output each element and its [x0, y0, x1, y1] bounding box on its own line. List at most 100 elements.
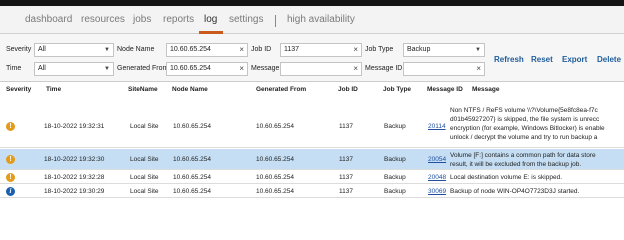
warning-icon: ! — [6, 173, 15, 182]
cell-site: Local Site — [130, 174, 159, 181]
message-line: result, it will be excluded from the bac… — [450, 161, 582, 168]
message-line: Volume [F:] contains a common path for d… — [450, 152, 596, 159]
main-nav: dashboard resources jobs reports log set… — [0, 6, 624, 34]
message-line: unlock / decrypt the volume and try to r… — [450, 134, 598, 141]
table-row[interactable]: ! 18-10-2022 19:32:28 Local Site 10.60.65.2… — [0, 171, 624, 184]
cell-site: Local Site — [130, 156, 159, 163]
col-severity[interactable]: Severity — [6, 84, 31, 96]
warning-icon: ! — [6, 155, 15, 164]
nav-separator — [275, 15, 276, 27]
node-name-label: Node Name — [117, 46, 155, 53]
message-line: Local destination volume E: is skipped. — [450, 174, 563, 181]
table-header: Severity Time SiteName Node Name Generat… — [0, 84, 624, 96]
job-id-label: Job ID — [251, 46, 272, 53]
severity-label: Severity — [6, 46, 32, 53]
col-message[interactable]: Message — [472, 84, 499, 96]
message-id-link[interactable]: 20114 — [428, 122, 446, 131]
cell-message: Volume [F:] contains a common path for d… — [450, 151, 624, 169]
cell-generated-from: 10.60.65.254 — [256, 174, 294, 181]
cell-job-id: 1137 — [339, 123, 353, 130]
message-line: d01b45927207} is skipped, the file syste… — [450, 116, 600, 123]
cell-job-type: Backup — [384, 174, 406, 181]
job-type-select[interactable]: Backup ▼ — [403, 43, 485, 57]
message-line: encryption (for example, Windows Bitlock… — [450, 125, 605, 132]
cell-job-type: Backup — [384, 188, 406, 195]
cell-job-id: 1137 — [339, 174, 353, 181]
severity-value: All — [38, 46, 46, 53]
table-row[interactable]: i 18-10-2022 19:30:29 Local Site 10.60.65.2… — [0, 185, 624, 198]
cell-node: 10.60.65.254 — [173, 174, 211, 181]
nav-reports[interactable]: reports — [163, 14, 194, 25]
message-line: Backup of node WIN-OP4O7723D3J started. — [450, 188, 580, 195]
cell-job-id: 1137 — [339, 188, 353, 195]
cell-time: 18-10-2022 19:30:29 — [44, 188, 105, 195]
delete-button[interactable]: Delete — [597, 55, 621, 64]
message-id-link[interactable]: 20048 — [428, 173, 446, 182]
message-line: Non NTFS / ReFS volume \\?\Volume{5e8fc8… — [450, 107, 598, 114]
clear-icon[interactable]: × — [353, 44, 358, 56]
cell-node: 10.60.65.254 — [173, 123, 211, 130]
col-node-name[interactable]: Node Name — [172, 84, 208, 96]
nav-settings[interactable]: settings — [229, 14, 263, 25]
clear-icon[interactable]: × — [353, 63, 358, 75]
cell-message: Non NTFS / ReFS volume \\?\Volume{5e8fc8… — [450, 106, 624, 142]
generated-from-label: Generated From — [117, 65, 169, 72]
chevron-down-icon: ▼ — [475, 47, 481, 53]
message-label: Message — [251, 65, 280, 72]
refresh-button[interactable]: Refresh — [494, 55, 524, 64]
node-name-value: 10.60.65.254 — [170, 46, 211, 53]
clear-icon[interactable]: × — [476, 63, 481, 75]
job-type-value: Backup — [407, 46, 431, 53]
nav-resources[interactable]: resources — [81, 14, 125, 25]
col-time[interactable]: Time — [46, 84, 61, 96]
node-name-input[interactable]: 10.60.65.254 × — [166, 43, 248, 57]
time-select[interactable]: All ▼ — [34, 62, 114, 76]
col-job-type[interactable]: Job Type — [383, 84, 411, 96]
job-id-input[interactable]: 1137 × — [280, 43, 362, 57]
cell-time: 18-10-2022 19:32:30 — [44, 156, 105, 163]
reset-button[interactable]: Reset — [531, 55, 553, 64]
table-row[interactable]: ! 18-10-2022 19:32:31 Local Site 10.60.65.2… — [0, 104, 624, 148]
cell-time: 18-10-2022 19:32:31 — [44, 123, 105, 130]
cell-job-type: Backup — [384, 156, 406, 163]
col-job-id[interactable]: Job ID — [338, 84, 358, 96]
warning-icon: ! — [6, 122, 15, 131]
message-id-input[interactable]: × — [403, 62, 485, 76]
export-button[interactable]: Export — [562, 55, 587, 64]
time-value: All — [38, 65, 46, 72]
message-id-label: Message ID — [365, 65, 403, 72]
time-label: Time — [6, 65, 22, 72]
clear-icon[interactable]: × — [239, 63, 244, 75]
chevron-down-icon: ▼ — [104, 66, 110, 72]
cell-time: 18-10-2022 19:32:28 — [44, 174, 105, 181]
nav-high-availability[interactable]: high availability — [287, 14, 355, 25]
message-id-link[interactable]: 20054 — [428, 155, 446, 164]
severity-select[interactable]: All ▼ — [34, 43, 114, 57]
cell-site: Local Site — [130, 188, 159, 195]
cell-node: 10.60.65.254 — [173, 156, 211, 163]
nav-jobs[interactable]: jobs — [133, 14, 151, 25]
job-type-label: Job Type — [365, 46, 394, 53]
chevron-down-icon: ▼ — [104, 47, 110, 53]
cell-generated-from: 10.60.65.254 — [256, 188, 294, 195]
clear-icon[interactable]: × — [239, 44, 244, 56]
col-message-id[interactable]: Message ID — [427, 84, 463, 96]
cell-generated-from: 10.60.65.254 — [256, 156, 294, 163]
cell-message: Local destination volume E: is skipped. — [450, 173, 624, 182]
cell-message: Backup of node WIN-OP4O7723D3J started. — [450, 187, 624, 196]
info-icon: i — [6, 187, 15, 196]
message-id-link[interactable]: 30069 — [428, 187, 446, 196]
job-id-value: 1137 — [284, 46, 300, 53]
generated-from-input[interactable]: 10.60.65.254 × — [166, 62, 248, 76]
table-row[interactable]: ! 18-10-2022 19:32:30 Local Site 10.60.65.2… — [0, 149, 624, 170]
col-generated-from[interactable]: Generated From — [256, 84, 306, 96]
col-sitename[interactable]: SiteName — [128, 84, 158, 96]
nav-log[interactable]: log — [204, 14, 217, 25]
cell-job-type: Backup — [384, 123, 406, 130]
cell-site: Local Site — [130, 123, 159, 130]
cell-job-id: 1137 — [339, 156, 353, 163]
nav-dashboard[interactable]: dashboard — [25, 14, 72, 25]
cell-node: 10.60.65.254 — [173, 188, 211, 195]
generated-from-value: 10.60.65.254 — [170, 65, 211, 72]
message-input[interactable]: × — [280, 62, 362, 76]
